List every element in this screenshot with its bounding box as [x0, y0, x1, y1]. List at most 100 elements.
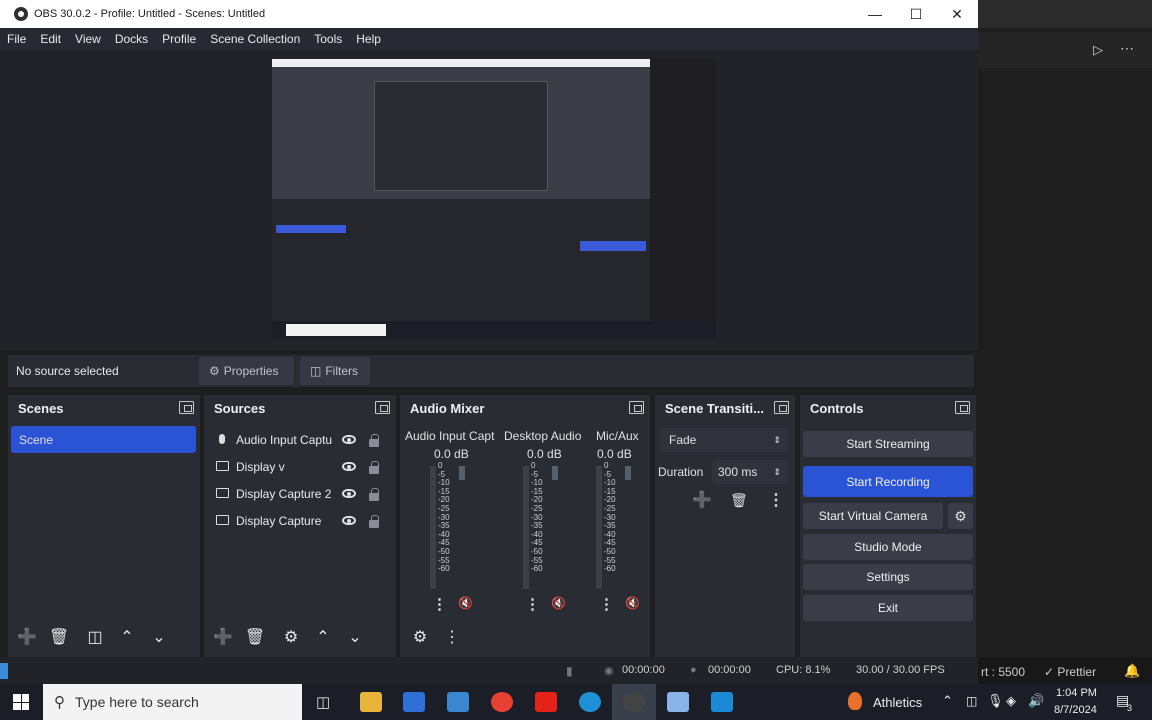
prettier-status[interactable]: ✓ Prettier: [1044, 665, 1096, 679]
duration-spinbox[interactable]: 300 ms ⇕: [712, 460, 788, 484]
menu-scene-collection[interactable]: Scene Collection: [210, 32, 300, 46]
move-source-down-button[interactable]: ⌄: [339, 624, 371, 650]
scene-item[interactable]: Scene: [11, 426, 196, 453]
fps-readout: 30.00 / 30.00 FPS: [856, 664, 945, 676]
settings-button[interactable]: Settings: [803, 564, 973, 590]
volume-slider[interactable]: [552, 466, 558, 480]
eye-icon[interactable]: [342, 462, 356, 471]
start-virtual-camera-button[interactable]: Start Virtual Camera: [803, 503, 943, 529]
move-source-up-button[interactable]: ⌃: [307, 624, 339, 650]
wifi-icon[interactable]: ◈: [1006, 693, 1016, 709]
clock-time[interactable]: 1:04 PM: [1056, 687, 1097, 699]
channel-menu-button[interactable]: ⋮: [525, 595, 540, 613]
notification-count: 3: [1127, 703, 1133, 713]
mail-icon[interactable]: [447, 692, 469, 712]
controls-title: Controls: [810, 400, 864, 416]
sources-footer: ➕ 🗑 ⚙ ⌃ ⌄: [207, 622, 371, 652]
move-scene-up-button[interactable]: ⌃: [111, 624, 143, 650]
volume-icon[interactable]: 🔊: [1028, 693, 1044, 709]
undock-icon[interactable]: [629, 401, 644, 414]
move-scene-down-button[interactable]: ⌄: [143, 624, 175, 650]
weather-fire-icon[interactable]: [848, 692, 862, 710]
remove-source-button[interactable]: 🗑: [239, 624, 271, 650]
undock-icon[interactable]: [955, 401, 970, 414]
mute-speaker-icon[interactable]: 🔇: [625, 596, 640, 610]
remove-transition-button[interactable]: 🗑: [730, 492, 748, 509]
more-icon[interactable]: ⋯: [1120, 40, 1134, 57]
youtube-icon[interactable]: [535, 692, 557, 712]
volume-slider[interactable]: [459, 466, 465, 480]
weather-label[interactable]: Athletics: [873, 695, 922, 710]
source-row[interactable]: Display Capture 2: [214, 480, 390, 507]
exit-button[interactable]: Exit: [803, 595, 973, 621]
menu-edit[interactable]: Edit: [40, 32, 61, 46]
network-icon[interactable]: ◫: [966, 694, 977, 708]
advanced-audio-gear-icon[interactable]: ⚙: [404, 624, 436, 650]
lock-icon[interactable]: [369, 461, 379, 474]
volume-slider[interactable]: [625, 466, 631, 480]
mute-speaker-icon[interactable]: 🔇: [551, 596, 566, 610]
windows-start-icon[interactable]: [13, 694, 29, 710]
virtual-camera-settings-gear-icon[interactable]: ⚙: [948, 503, 973, 529]
eye-icon[interactable]: [342, 516, 356, 525]
chrome-icon[interactable]: [491, 692, 513, 712]
run-icon[interactable]: ▷: [1093, 42, 1103, 58]
add-transition-button[interactable]: ➕: [692, 490, 712, 510]
source-row[interactable]: Audio Input Captu: [214, 426, 390, 453]
file-explorer-icon[interactable]: [360, 692, 382, 712]
studio-mode-button[interactable]: Studio Mode: [803, 534, 973, 560]
source-label: Display v: [236, 459, 285, 474]
source-row[interactable]: Display v: [214, 453, 390, 480]
add-source-button[interactable]: ➕: [207, 624, 239, 650]
channel-menu-button[interactable]: ⋮: [432, 595, 447, 613]
properties-button[interactable]: ⚙ Properties: [199, 357, 294, 385]
source-row[interactable]: Display Capture: [214, 507, 390, 534]
eye-icon[interactable]: [342, 489, 356, 498]
lock-icon[interactable]: [369, 488, 379, 501]
meter-scale: 0 -5 -10 -15 -20 -25 -30 -35 -40 -45 -50 -55 -60: [531, 461, 543, 574]
clock-date[interactable]: 8/7/2024: [1054, 704, 1097, 716]
chevron-up-icon[interactable]: ⌃: [942, 693, 953, 709]
menu-file[interactable]: File: [7, 32, 26, 46]
menu-view[interactable]: View: [75, 32, 101, 46]
filters-button[interactable]: ◫ Filters: [300, 357, 370, 385]
minimize-button[interactable]: —: [854, 0, 896, 28]
scene-filters-button[interactable]: ◫: [79, 624, 111, 650]
remote-desktop-icon[interactable]: [667, 692, 689, 712]
menu-profile[interactable]: Profile: [162, 32, 196, 46]
remove-scene-button[interactable]: 🗑: [43, 624, 75, 650]
transition-menu-button[interactable]: ⋮: [768, 490, 784, 510]
start-recording-button[interactable]: Start Recording: [803, 466, 973, 497]
microphone-icon[interactable]: 🎙: [987, 693, 1004, 709]
monitor-icon: [216, 488, 229, 498]
add-scene-button[interactable]: ➕: [11, 624, 43, 650]
mixer-menu-button[interactable]: ⋮: [436, 624, 468, 650]
microsoft-store-icon[interactable]: [403, 692, 425, 712]
close-button[interactable]: ✕: [936, 0, 978, 28]
taskbar-search[interactable]: ⚲ Type here to search: [43, 684, 302, 720]
obs-icon[interactable]: [623, 692, 645, 712]
undock-icon[interactable]: [375, 401, 390, 414]
menu-tools[interactable]: Tools: [314, 32, 342, 46]
lock-icon[interactable]: [369, 515, 379, 528]
source-properties-button[interactable]: ⚙: [275, 624, 307, 650]
preview-canvas[interactable]: [272, 59, 716, 339]
start-streaming-button[interactable]: Start Streaming: [803, 431, 973, 457]
undock-icon[interactable]: [179, 401, 194, 414]
eye-icon[interactable]: [342, 435, 356, 444]
window-titlebar: OBS 30.0.2 - Profile: Untitled - Scenes:…: [0, 0, 978, 28]
transition-select[interactable]: Fade ⇕: [660, 428, 788, 452]
port-status[interactable]: rt : 5500: [981, 665, 1025, 679]
undock-icon[interactable]: [774, 401, 789, 414]
edge-icon[interactable]: [579, 692, 601, 712]
task-view-icon[interactable]: ◫: [316, 693, 330, 711]
menu-help[interactable]: Help: [356, 32, 381, 46]
bell-icon[interactable]: 🔔: [1124, 663, 1140, 679]
channel-menu-button[interactable]: ⋮: [599, 595, 614, 613]
lock-icon[interactable]: [369, 434, 379, 447]
maximize-button[interactable]: ☐: [895, 0, 937, 28]
menu-docks[interactable]: Docks: [115, 32, 148, 46]
mute-speaker-icon[interactable]: 🔇: [458, 596, 473, 610]
vscode-icon[interactable]: [711, 692, 733, 712]
spinner-arrows-icon[interactable]: ⇕: [773, 467, 781, 478]
